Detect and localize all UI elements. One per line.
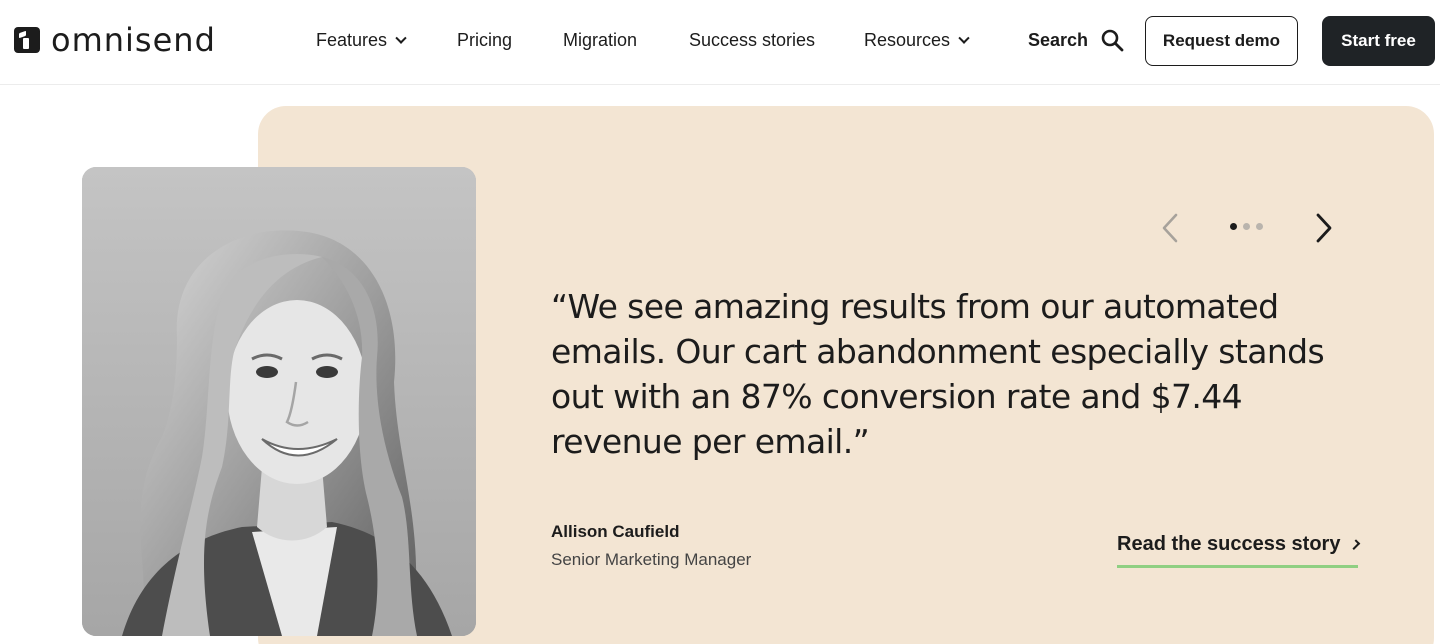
read-success-story-link[interactable]: Read the success story [1117,532,1361,568]
carousel-next-arrow-icon[interactable] [1312,212,1334,244]
nav-migration-label: Migration [563,30,638,50]
start-free-button[interactable]: Start free [1322,16,1435,66]
person-portrait-image [82,167,476,636]
carousel-dot-1[interactable] [1230,223,1237,230]
chevron-down-icon [958,32,970,44]
logo-text: omnisend [51,21,216,59]
search-button[interactable]: Search [1028,28,1124,52]
nav-pricing-label: Pricing [457,30,513,50]
carousel-dot-2[interactable] [1243,223,1250,230]
nav-success-stories-label: Success stories [689,30,816,50]
nav-resources[interactable]: Resources [864,30,970,51]
author-role: Senior Marketing Manager [551,550,752,569]
nav-features[interactable]: Features [316,30,407,51]
nav-features-label: Features [316,30,388,50]
testimonial-quote: “We see amazing results from our automat… [551,287,1325,461]
omnisend-logo[interactable]: omnisend [14,21,216,59]
nav-resources-label: Resources [864,30,951,50]
read-success-story-label: Read the success story [1117,533,1341,555]
chevron-down-icon [395,32,407,44]
logo-icon [14,27,40,53]
testimonial-photo [82,167,476,636]
nav-pricing[interactable]: Pricing [457,30,512,51]
nav-migration[interactable]: Migration [563,30,637,51]
request-demo-button[interactable]: Request demo [1145,16,1298,66]
author-name: Allison Caufield [551,522,680,541]
carousel-prev-arrow-icon[interactable] [1160,212,1182,244]
nav-success-stories[interactable]: Success stories [689,30,815,51]
carousel-pagination [1230,223,1263,230]
search-icon [1101,29,1124,52]
site-header: omnisend Features Pricing Migration Succ… [0,0,1440,85]
search-label: Search [1028,29,1089,50]
carousel-dot-3[interactable] [1256,223,1263,230]
